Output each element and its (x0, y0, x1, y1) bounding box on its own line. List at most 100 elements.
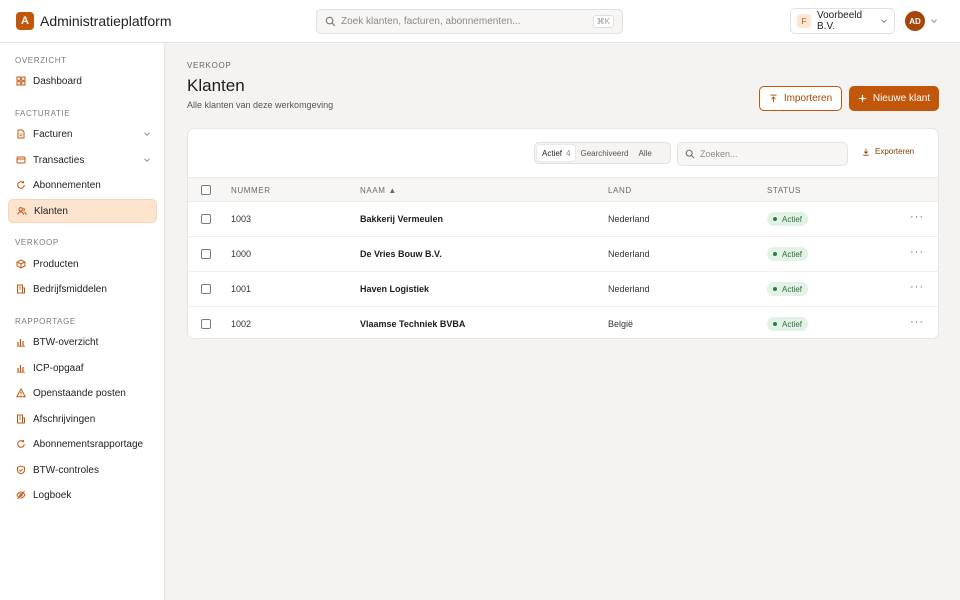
chevron-down-icon (881, 19, 887, 24)
status-label: Actief (782, 214, 803, 224)
top-bar: A Administratieplatform Zoek klanten, fa… (0, 0, 960, 43)
shortcut-hint: ⌘K (592, 15, 614, 28)
cell-number: 1001 (231, 284, 252, 294)
row-checkbox[interactable] (201, 249, 211, 259)
sidebar-item-label: Bedrijfsmiddelen (33, 283, 107, 295)
main-content: VERKOOP Klanten Alle klanten van deze we… (165, 43, 960, 600)
bar-chart-icon (17, 365, 25, 373)
sidebar-item-producten[interactable]: Producten (8, 252, 157, 276)
sidebar-item-abonnementsrapportage[interactable]: Abonnementsrapportage (8, 432, 157, 456)
export-button[interactable]: Exporteren (862, 147, 914, 156)
sidebar-section-label: VERKOOP (15, 238, 59, 247)
cell-number: 1002 (231, 319, 252, 329)
column-header-country[interactable]: LAND (608, 186, 632, 195)
import-button-label: Importeren (783, 93, 833, 104)
building-icon (17, 284, 25, 294)
sidebar-item-logboek[interactable]: Logboek (8, 483, 157, 507)
cell-country: Nederland (608, 249, 650, 259)
building-icon (17, 414, 25, 424)
tab-gearchiveerd[interactable]: Gearchiveerd (575, 145, 633, 161)
sidebar-item-label: Producten (33, 258, 79, 270)
cell-country: Nederland (608, 214, 650, 224)
page-title: Klanten (187, 76, 245, 95)
export-label: Exporteren (875, 147, 915, 156)
plus-icon (858, 94, 866, 103)
sidebar-item-bedrijfsmiddelen[interactable]: Bedrijfsmiddelen (8, 277, 157, 301)
status-filter-tabs: Actief 4 Gearchiveerd Alle (534, 142, 671, 164)
app-logo[interactable]: A (16, 12, 34, 30)
eye-off-icon (16, 490, 26, 500)
dashboard-icon (16, 76, 26, 86)
status-badge: Actief (767, 317, 809, 331)
sidebar-item-label: Facturen (33, 128, 73, 140)
sidebar-item-facturen[interactable]: Facturen (8, 122, 157, 146)
column-header-name[interactable]: NAAM ▲ (360, 186, 397, 195)
status-label: Actief (782, 249, 803, 259)
search-icon (325, 16, 336, 27)
sidebar-section-label: RAPPORTAGE (15, 317, 76, 326)
tab-actief[interactable]: Actief 4 (537, 145, 576, 161)
row-more-icon[interactable]: ··· (910, 246, 924, 258)
status-badge: Actief (767, 212, 809, 226)
sidebar-item-klanten[interactable]: Klanten (8, 199, 157, 223)
table-row[interactable]: 1000 De Vries Bouw B.V. Nederland Actief… (188, 237, 938, 272)
bar-chart-icon (17, 339, 25, 347)
import-button[interactable]: Importeren (759, 86, 842, 111)
cell-name[interactable]: Vlaamse Techniek BVBA (360, 319, 465, 329)
sidebar: OVERZICHT Dashboard FACTURATIE Facturen … (0, 43, 165, 600)
row-checkbox[interactable] (201, 319, 211, 329)
cell-name[interactable]: Bakkerij Vermeulen (360, 214, 443, 224)
sidebar-item-label: Abonnementsrapportage (33, 438, 144, 450)
row-checkbox[interactable] (201, 214, 211, 224)
sidebar-item-icp-opgaaf[interactable]: ICP-opgaaf (8, 356, 157, 380)
table-row[interactable]: 1002 Vlaamse Techniek BVBA België Actief… (188, 307, 938, 338)
row-more-icon[interactable]: ··· (910, 281, 924, 293)
cell-number: 1000 (231, 249, 252, 259)
breadcrumb[interactable]: VERKOOP (187, 61, 231, 70)
app-name: Administratieplatform (40, 13, 172, 29)
refresh-icon (17, 180, 25, 189)
status-label: Actief (782, 319, 803, 329)
table-row[interactable]: 1001 Haven Logistiek Nederland Actief ··… (188, 272, 938, 307)
sidebar-item-btw-controles[interactable]: BTW-controles (8, 458, 157, 482)
refresh-icon (17, 439, 25, 448)
table-search-input[interactable]: Zoeken... (677, 142, 848, 166)
sidebar-item-dashboard[interactable]: Dashboard (8, 69, 157, 93)
row-checkbox[interactable] (201, 284, 211, 294)
sidebar-item-label: Openstaande posten (33, 387, 126, 399)
cell-name[interactable]: De Vries Bouw B.V. (360, 249, 442, 259)
user-avatar[interactable]: AD (905, 11, 925, 31)
sidebar-item-afschrijvingen[interactable]: Afschrijvingen (8, 407, 157, 431)
select-all-checkbox[interactable] (201, 185, 211, 195)
table-search-placeholder: Zoeken... (700, 149, 738, 159)
cell-name[interactable]: Haven Logistiek (360, 284, 429, 294)
new-customer-button[interactable]: Nieuwe klant (849, 86, 939, 111)
sidebar-item-btw-overzicht[interactable]: BTW-overzicht (8, 330, 157, 354)
chevron-down-icon (144, 132, 150, 137)
sidebar-item-openstaande-posten[interactable]: Openstaande posten (8, 381, 157, 405)
sidebar-item-abonnementen[interactable]: Abonnementen (8, 173, 157, 197)
sidebar-item-label: BTW-overzicht (33, 336, 99, 348)
chevron-down-icon[interactable] (930, 17, 938, 25)
global-search-input[interactable]: Zoek klanten, facturen, abonnementen... … (316, 9, 623, 34)
sidebar-item-label: Abonnementen (33, 179, 101, 191)
sidebar-item-label: Logboek (33, 489, 72, 501)
tab-alle[interactable]: Alle (634, 145, 657, 161)
tab-label: Gearchiveerd (580, 148, 629, 158)
sidebar-item-label: Dashboard (33, 75, 82, 87)
row-more-icon[interactable]: ··· (910, 211, 924, 223)
column-header-number[interactable]: NUMMER (231, 186, 271, 195)
workspace-switcher[interactable]: F Voorbeeld B.V. (790, 8, 895, 34)
new-customer-button-label: Nieuwe klant (872, 93, 931, 104)
row-more-icon[interactable]: ··· (910, 316, 924, 328)
status-badge: Actief (767, 282, 809, 296)
tab-label: Alle (638, 148, 652, 158)
table-row[interactable]: 1003 Bakkerij Vermeulen Nederland Actief… (188, 202, 938, 237)
shield-icon (17, 465, 25, 475)
tab-label: Actief (542, 148, 563, 158)
download-icon (863, 148, 869, 156)
sidebar-section-label: FACTURATIE (15, 109, 71, 118)
sidebar-item-transacties[interactable]: Transacties (8, 148, 157, 172)
column-header-status[interactable]: STATUS (767, 186, 801, 195)
users-icon (17, 207, 27, 215)
